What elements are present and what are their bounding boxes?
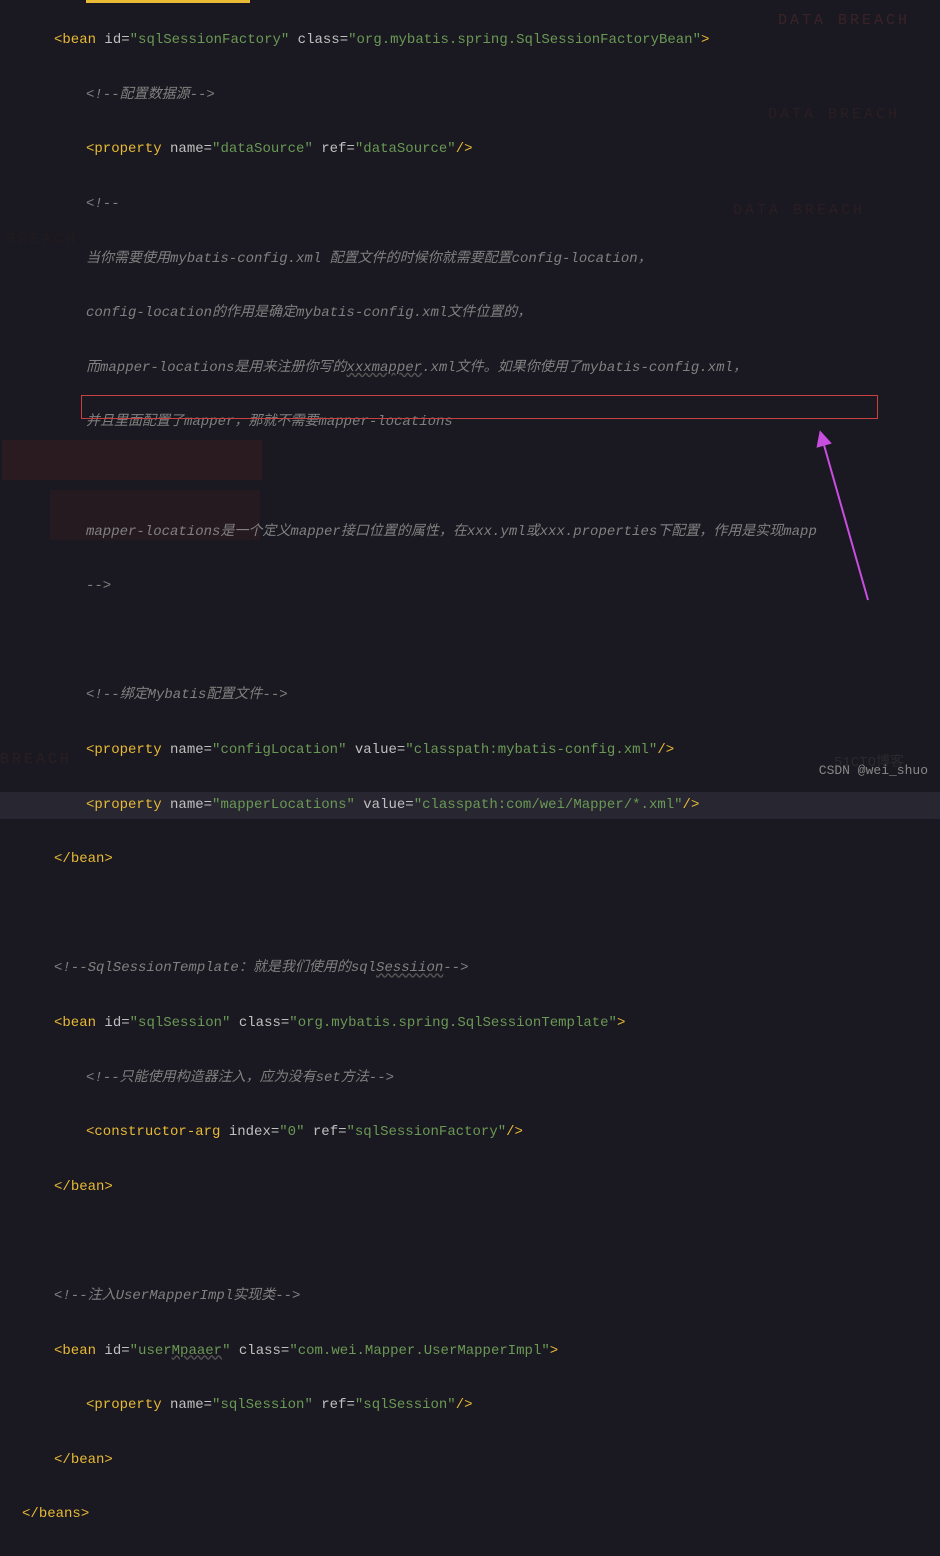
code-line: mapper-locations是一个定义mapper接口位置的属性，在xxx.… xyxy=(22,519,940,546)
code-line: <!--注入UserMapperImpl实现类--> xyxy=(22,1283,940,1310)
code-line: <!--绑定Mybatis配置文件--> xyxy=(22,682,940,709)
code-line: </bean> xyxy=(22,846,940,873)
code-line: <bean id="sqlSession" class="org.mybatis… xyxy=(22,1010,940,1037)
code-line: </bean> xyxy=(22,1447,940,1474)
highlighted-code-line: <property name="mapperLocations" value="… xyxy=(0,792,940,819)
code-line: <constructor-arg index="0" ref="sqlSessi… xyxy=(22,1119,940,1146)
code-line: <!--SqlSessionTemplate：就是我们使用的sqlSessiio… xyxy=(22,955,940,982)
code-line: </beans> xyxy=(22,1501,940,1528)
code-line: <!--配置数据源--> xyxy=(22,82,940,109)
watermark-text: CSDN @wei_shuo xyxy=(819,758,928,783)
code-line: <property name="sqlSession" ref="sqlSess… xyxy=(22,1392,940,1419)
code-line: 当你需要使用mybatis-config.xml 配置文件的时候你就需要配置co… xyxy=(22,246,940,273)
blank-line xyxy=(22,464,940,491)
code-line: <bean id="sqlSessionFactory" class="org.… xyxy=(22,27,940,54)
code-line: --> xyxy=(22,573,940,600)
code-line: <property name="configLocation" value="c… xyxy=(22,737,940,764)
code-line: <bean id="userMpaaer" class="com.wei.Map… xyxy=(22,1338,940,1365)
blank-line xyxy=(22,901,940,928)
code-line: config-location的作用是确定mybatis-config.xml文… xyxy=(22,300,940,327)
code-line: </bean> xyxy=(22,1174,940,1201)
code-editor[interactable]: <bean id="sqlSessionFactory" class="org.… xyxy=(0,0,940,1556)
code-line: <property name="dataSource" ref="dataSou… xyxy=(22,136,940,163)
blank-line xyxy=(22,1228,940,1255)
code-line: 而mapper-locations是用来注册你写的xxxmapper.xml文件… xyxy=(22,355,940,382)
code-line: 并且里面配置了mapper，那就不需要mapper-locations xyxy=(22,409,940,436)
code-line: <!-- xyxy=(22,191,940,218)
blank-line xyxy=(22,628,940,655)
code-line: <!--只能使用构造器注入，应为没有set方法--> xyxy=(22,1065,940,1092)
